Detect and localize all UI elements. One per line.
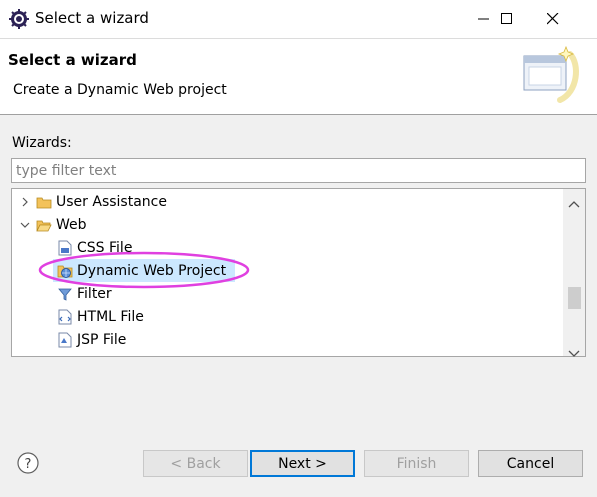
window-title: Select a wizard [35,9,149,27]
html-file-icon [57,309,73,325]
filter-input[interactable] [11,158,586,183]
help-button[interactable]: ? [17,452,39,474]
scroll-down-icon[interactable] [568,343,580,362]
cancel-button[interactable]: Cancel [478,450,583,477]
tree-item-label: HTML File [77,308,144,325]
back-button[interactable]: < Back [143,450,248,477]
wizard-banner-icon [520,44,580,104]
help-icon: ? [17,452,39,474]
close-icon [546,10,559,29]
tree-item-label: JSP File [77,331,127,348]
tree-item-html-file[interactable]: HTML File [57,305,585,328]
chevron-down-icon[interactable] [18,218,32,232]
finish-button[interactable]: Finish [364,450,469,477]
folder-icon [36,194,52,210]
tree-item-web[interactable]: Web [18,213,568,236]
tree-item-label: User Assistance [56,193,167,210]
tree-item-label: Web [56,216,87,233]
next-button[interactable]: Next > [250,450,355,477]
wizards-label: Wizards: [12,135,72,151]
jsp-file-icon [57,332,73,348]
folder-open-icon [36,217,52,233]
maximize-button[interactable] [484,0,530,38]
chevron-right-icon[interactable] [18,195,32,209]
scroll-up-icon[interactable] [568,193,580,212]
banner-title: Select a wizard [8,51,137,69]
eclipse-app-icon [9,9,29,29]
banner-description: Create a Dynamic Web project [13,82,227,98]
tree-scrollbar[interactable] [563,189,585,357]
svg-text:?: ? [25,457,32,472]
wizard-banner [0,38,597,115]
scrollbar-thumb[interactable] [568,287,581,309]
maximize-icon [501,10,513,29]
close-button[interactable] [530,0,576,38]
annotation-ellipse [38,251,250,289]
tree-item-user-assistance[interactable]: User Assistance [18,190,568,213]
tree-item-jsp-file[interactable]: JSP File [57,328,585,351]
